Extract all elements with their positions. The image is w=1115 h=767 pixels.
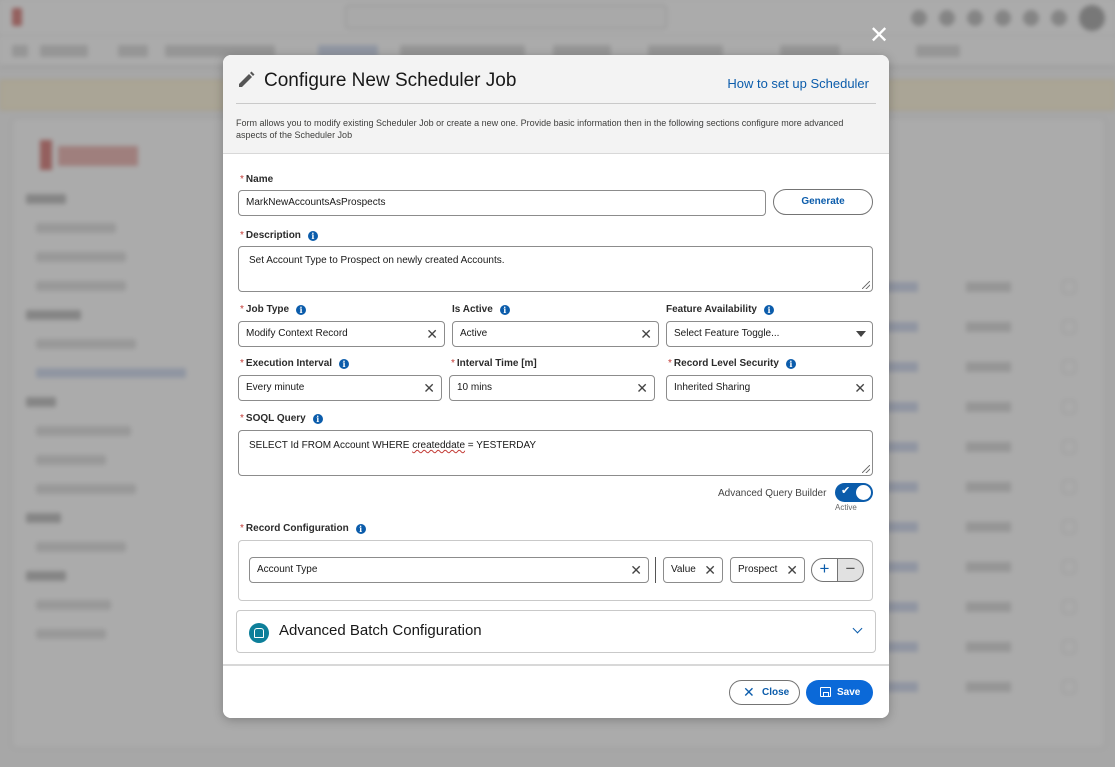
close-icon[interactable]: ✕ xyxy=(869,24,889,48)
name-input[interactable]: MarkNewAccountsAsProspects xyxy=(238,190,766,216)
clear-icon[interactable]: ✕ xyxy=(423,376,435,400)
job-type-combobox[interactable]: Modify Context Record ✕ xyxy=(238,321,445,347)
modal-title: Configure New Scheduler Job xyxy=(264,70,517,91)
clear-icon[interactable]: ✕ xyxy=(704,558,716,582)
accordion-title: Advanced Batch Configuration xyxy=(279,622,482,639)
record-configuration-label: * Record Configuration i xyxy=(240,523,366,534)
scheduler-job-modal: Configure New Scheduler Job How to set u… xyxy=(223,55,889,718)
record-field-combobox[interactable]: Account Type ✕ xyxy=(249,557,649,583)
clear-icon[interactable]: ✕ xyxy=(630,558,642,582)
advanced-query-builder-label: Advanced Query Builder xyxy=(718,488,827,499)
resize-handle[interactable] xyxy=(862,465,870,473)
remove-row-button[interactable]: − xyxy=(838,558,864,582)
modal-footer: ✕ Close Save xyxy=(223,664,889,718)
info-icon[interactable]: i xyxy=(499,304,510,315)
execution-interval-combobox[interactable]: Every minute ✕ xyxy=(238,375,442,401)
advanced-query-builder-toggle[interactable]: ✔ xyxy=(835,483,873,502)
feature-availability-label: Feature Availability i xyxy=(666,304,774,315)
info-icon[interactable]: i xyxy=(785,358,796,369)
record-level-security-combobox[interactable]: Inherited Sharing ✕ xyxy=(666,375,873,401)
chevron-down-icon xyxy=(852,623,863,634)
modal-description: Form allows you to modify existing Sched… xyxy=(236,118,844,140)
generate-button[interactable]: Generate xyxy=(773,189,873,215)
is-active-label: Is Active i xyxy=(452,304,510,315)
toggle-state-text: Active xyxy=(835,503,857,512)
modal-body: * Name MarkNewAccountsAsProspects Generat… xyxy=(223,154,889,664)
clear-icon[interactable]: ✕ xyxy=(636,376,648,400)
clear-icon[interactable]: ✕ xyxy=(640,322,652,346)
info-icon[interactable]: i xyxy=(296,304,307,315)
info-icon[interactable]: i xyxy=(312,413,323,424)
record-value-combobox[interactable]: Prospect ✕ xyxy=(730,557,805,583)
execution-interval-label: * Execution Interval i xyxy=(240,358,350,369)
clear-icon[interactable]: ✕ xyxy=(854,376,866,400)
close-button[interactable]: ✕ Close xyxy=(729,680,800,705)
dropdown-caret-icon xyxy=(856,331,866,337)
divider xyxy=(655,557,656,583)
info-icon[interactable]: i xyxy=(339,358,350,369)
soql-query-textarea[interactable]: SELECT Id FROM Account WHERE createddate… xyxy=(238,430,873,476)
modal-header: Configure New Scheduler Job How to set u… xyxy=(223,55,889,154)
info-icon[interactable]: i xyxy=(307,230,318,241)
save-button[interactable]: Save xyxy=(806,680,873,705)
name-label: * Name xyxy=(240,174,274,185)
interval-time-label: * Interval Time [m] xyxy=(451,358,537,369)
advanced-batch-configuration-accordion[interactable]: Advanced Batch Configuration xyxy=(236,610,876,653)
record-operator-combobox[interactable]: Value ✕ xyxy=(663,557,723,583)
pencil-icon xyxy=(239,71,255,87)
record-level-security-label: * Record Level Security i xyxy=(668,358,796,369)
add-row-button[interactable]: + xyxy=(811,558,838,582)
info-icon[interactable]: i xyxy=(763,304,774,315)
description-textarea[interactable]: Set Account Type to Prospect on newly cr… xyxy=(238,246,873,292)
clear-icon[interactable]: ✕ xyxy=(426,322,438,346)
job-type-label: * Job Type i xyxy=(240,304,307,315)
close-icon: ✕ xyxy=(743,684,755,700)
modal-title-row: Configure New Scheduler Job How to set u… xyxy=(236,67,876,104)
save-icon xyxy=(820,687,831,697)
interval-time-combobox[interactable]: 10 mins ✕ xyxy=(449,375,655,401)
soql-query-label: * SOQL Query i xyxy=(240,413,323,424)
resize-handle[interactable] xyxy=(862,281,870,289)
clear-icon[interactable]: ✕ xyxy=(786,558,798,582)
batch-icon xyxy=(249,623,269,643)
help-link[interactable]: How to set up Scheduler xyxy=(727,76,869,91)
is-active-combobox[interactable]: Active ✕ xyxy=(452,321,659,347)
feature-toggle-select[interactable]: Select Feature Toggle... xyxy=(666,321,873,347)
check-icon: ✔ xyxy=(841,485,851,497)
info-icon[interactable]: i xyxy=(355,523,366,534)
description-label: * Description i xyxy=(240,230,318,241)
